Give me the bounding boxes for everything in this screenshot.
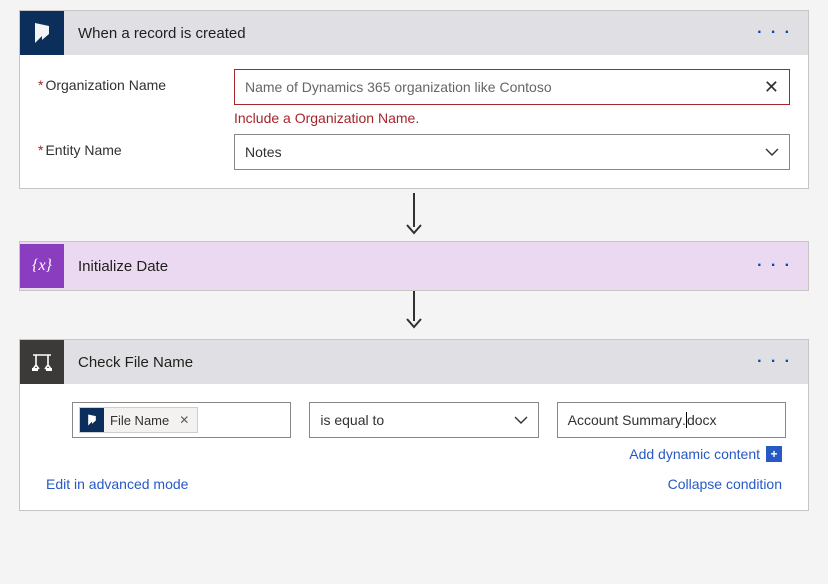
variable-icon: {x} <box>20 244 64 288</box>
org-name-error: Include a Organization Name. <box>234 110 790 126</box>
flow-arrow-1 <box>10 193 818 235</box>
chevron-down-icon <box>514 416 528 424</box>
step2-header[interactable]: {x} Initialize Date · · · <box>20 242 808 290</box>
dynamics-icon <box>20 11 64 55</box>
step-when-record-created: When a record is created · · · *Organiza… <box>19 10 809 189</box>
condition-left-input[interactable]: File Name ✕ <box>72 402 291 438</box>
entity-name-value: Notes <box>245 144 282 160</box>
token-label: File Name <box>110 413 169 428</box>
org-name-label: *Organization Name <box>38 69 218 93</box>
dynamics-icon <box>80 408 104 432</box>
collapse-condition-link[interactable]: Collapse condition <box>668 476 782 492</box>
entity-name-label: *Entity Name <box>38 134 218 158</box>
condition-value-input[interactable]: Account Summary.docx <box>557 402 786 438</box>
step-initialize-date: {x} Initialize Date · · · <box>19 241 809 291</box>
step3-title: Check File Name <box>78 354 739 371</box>
step2-title: Initialize Date <box>78 258 739 275</box>
org-name-input[interactable]: Name of Dynamics 365 organization like C… <box>234 69 790 105</box>
chevron-down-icon <box>765 148 779 156</box>
clear-icon[interactable]: ✕ <box>764 77 779 98</box>
condition-footer-links: Edit in advanced mode Collapse condition <box>42 476 786 492</box>
flow-arrow-2 <box>10 291 818 329</box>
value-text-after: docx <box>687 412 717 428</box>
operator-value: is equal to <box>320 412 384 428</box>
step-check-file-name: Check File Name · · · File Name ✕ is equ… <box>19 339 809 511</box>
condition-body: File Name ✕ is equal to Account Summary.… <box>20 384 808 510</box>
entity-name-field-row: *Entity Name Notes <box>38 134 790 170</box>
dynamic-content-row: Add dynamic content + <box>42 446 786 462</box>
step1-body: *Organization Name Name of Dynamics 365 … <box>20 55 808 188</box>
plus-icon[interactable]: + <box>766 446 782 462</box>
value-text-before: Account Summary <box>568 412 682 428</box>
condition-row: File Name ✕ is equal to Account Summary.… <box>42 402 786 438</box>
required-asterisk: * <box>38 142 43 158</box>
condition-icon <box>20 340 64 384</box>
step1-menu-button[interactable]: · · · <box>753 24 796 42</box>
edit-advanced-mode-link[interactable]: Edit in advanced mode <box>46 476 188 492</box>
entity-name-select[interactable]: Notes <box>234 134 790 170</box>
add-dynamic-content-link[interactable]: Add dynamic content <box>629 446 760 462</box>
entity-name-control: Notes <box>234 134 790 170</box>
org-name-placeholder: Name of Dynamics 365 organization like C… <box>245 79 552 95</box>
condition-operator-select[interactable]: is equal to <box>309 402 538 438</box>
org-name-field-row: *Organization Name Name of Dynamics 365 … <box>38 69 790 126</box>
step3-header[interactable]: Check File Name · · · <box>20 340 808 384</box>
step1-title: When a record is created <box>78 25 739 42</box>
file-name-token[interactable]: File Name ✕ <box>79 407 198 433</box>
step1-header[interactable]: When a record is created · · · <box>20 11 808 55</box>
token-remove-icon[interactable]: ✕ <box>179 413 189 427</box>
step2-menu-button[interactable]: · · · <box>753 257 796 275</box>
required-asterisk: * <box>38 77 43 93</box>
step3-menu-button[interactable]: · · · <box>753 353 796 371</box>
org-name-control: Name of Dynamics 365 organization like C… <box>234 69 790 126</box>
